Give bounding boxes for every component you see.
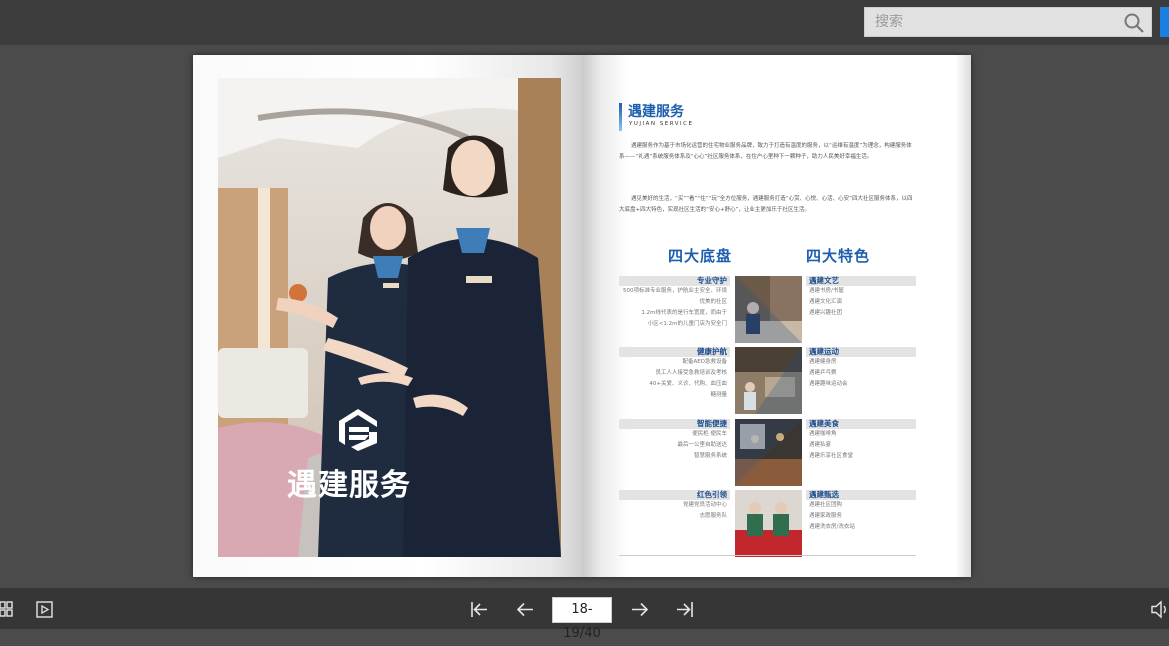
section-item: 志愿服务队 [699,513,727,519]
section-item: 糖测量 [710,392,727,398]
section-title: 红色引领 [619,490,730,500]
section-item: 遇建家政服务 [809,513,843,519]
foundation-section: 健康护航 配备AED急救设备 员工人人接受急救培训及考核 40+关爱、义诊、代购… [619,347,730,401]
section-item: 遇建趣味运动会 [809,381,848,387]
intro-paragraph: 遇建服务作为基于市场化运营的住宅物业服务品牌，致力于打造有温度的服务，以“运维有… [619,143,912,160]
thumbnail-image [735,347,802,414]
brand-logo-text: 遇建服务 [287,468,411,503]
thumbnail-image [735,490,802,557]
search-icon[interactable] [1123,12,1145,34]
section-title: 专业守护 [619,276,730,286]
section-title: 遇建美食 [806,419,916,429]
section-item: 员工人人接受急救培训及考核 [655,370,727,376]
section-item: 党建党员活动中心 [682,502,727,508]
section-item: 500项标准专业服务，护航业主安全、环境 [623,288,727,294]
section-title: 智能便捷 [619,419,730,429]
section-item: 遇建健身房 [809,359,837,365]
section-item: 遇建私宴 [809,442,832,448]
sound-icon[interactable] [1150,600,1169,619]
next-page-icon[interactable] [631,601,649,618]
section-item: 遇建乒乓赛 [809,370,837,376]
section-item: 遇建乐享社区食堂 [809,453,854,459]
heading-four-features: 四大特色 [806,247,871,265]
intro-paragraph-2: 遇见美好的生活，“买”“看”“住”“玩”全方位服务，遇建服务打造“心赏、心悦、心… [619,196,913,213]
search-submit-button[interactable] [1160,7,1169,37]
divider [619,555,916,556]
section-title: 遇建甄选 [806,490,916,500]
section-title: 遇建文艺 [806,276,916,286]
foundation-section: 专业守护 500项标准专业服务，护航业主安全、环境 优美的社区 1.2m线代表的… [619,276,730,330]
heading-four-foundations: 四大底盘 [668,247,733,265]
feature-section: 遇建甄选 遇建社区团购 遇建家政服务 遇建洗衣房/洗衣站 [806,490,916,533]
section-item: 40+关爱、义诊、代购、血压血 [649,381,727,387]
brand-logo-icon [339,409,377,451]
first-page-icon[interactable] [470,601,488,618]
thumbnail-image [735,276,802,343]
thumbnails-grid-icon[interactable] [0,601,14,617]
foundation-section: 智能便捷 便民柜 便民车 最后一公里自助送达 智慧服务系统 [619,419,730,462]
feature-section: 遇建美食 遇建咖啡角 遇建私宴 遇建乐享社区食堂 [806,419,916,462]
section-item: 最后一公里自助送达 [677,442,727,448]
section-item: 遇建书房/书屋 [809,288,844,294]
search-input[interactable] [865,8,1135,36]
feature-section: 遇建运动 遇建健身房 遇建乒乓赛 遇建趣味运动会 [806,347,916,390]
autoplay-icon[interactable] [36,601,53,618]
left-page: 遇建服务 [193,55,582,577]
section-item: 遇建咖啡角 [809,431,837,437]
feature-section: 遇建文艺 遇建书房/书屋 遇建文化汇演 遇建兴趣社团 [806,276,916,319]
page-subtitle: YUJIAN SERVICE [629,121,694,127]
prev-page-icon[interactable] [516,601,534,618]
section-item: 小区<1.2m的儿童门店为安全门 [647,321,727,327]
section-item: 配备AED急救设备 [682,359,727,365]
foundation-section: 红色引领 党建党员活动中心 志愿服务队 [619,490,730,522]
thumbnail-image [735,419,802,486]
section-item: 优美的社区 [699,299,727,305]
title-accent-bar [619,103,622,131]
section-title: 遇建运动 [806,347,916,357]
page-indicator[interactable]: 18-19/40 [552,597,612,641]
section-title: 健康护航 [619,347,730,357]
page-title: 遇建服务 [628,104,684,120]
section-item: 遇建兴趣社团 [809,310,843,316]
section-item: 智慧服务系统 [693,453,727,459]
flipbook-spread[interactable]: 遇建服务 遇建服务 YUJIAN SERVICE 遇建服务作为基于市场化运营的住… [193,55,971,577]
section-item: 遇建洗衣房/洗衣站 [809,524,855,530]
search-box [864,7,1152,37]
last-page-icon[interactable] [676,601,694,618]
section-item: 遇建社区团购 [809,502,843,508]
section-item: 遇建文化汇演 [809,299,843,305]
section-item: 便民柜 便民车 [692,431,727,437]
section-item: 1.2m线代表的是行车宽度，而由于 [641,310,727,316]
